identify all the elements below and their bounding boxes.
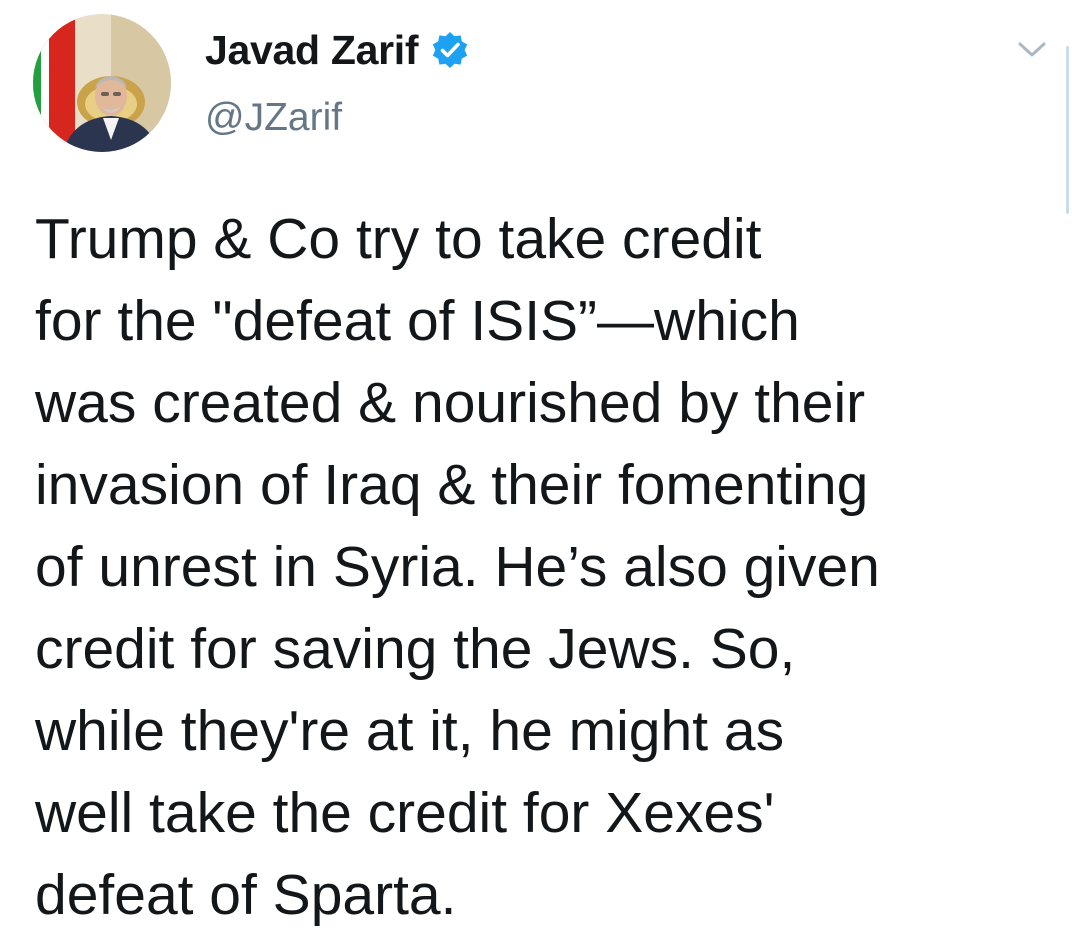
tweet-text-line: was created & nourished by their: [35, 371, 866, 435]
tweet-card: Javad Zarif @JZarif Trump & Co try to ta…: [0, 0, 1072, 941]
tweet-text-line: Trump & Co try to take credit: [35, 207, 762, 271]
author-name-row[interactable]: Javad Zarif: [205, 26, 470, 74]
tweet-text-line: well take the credit for Xexes': [35, 781, 775, 845]
tweet-text: Trump & Co try to take credit for the "d…: [35, 198, 1045, 936]
author-handle[interactable]: @JZarif: [205, 96, 342, 140]
tweet-text-line: while they're at it, he might as: [35, 699, 785, 763]
verified-badge-icon: [430, 30, 470, 70]
tweet-text-line: credit for saving the Jews. So,: [35, 617, 796, 681]
chevron-down-icon[interactable]: [1016, 38, 1048, 62]
scrollbar[interactable]: [1066, 46, 1069, 214]
tweet-text-line: invasion of Iraq & their fomenting: [35, 453, 869, 517]
tweet-text-line: of unrest in Syria. He’s also given: [35, 535, 880, 599]
avatar-photo-icon: [33, 14, 171, 152]
tweet-text-line: defeat of Sparta.: [35, 863, 457, 927]
author-avatar[interactable]: [33, 14, 171, 152]
tweet-text-line: for the "defeat of ISIS”—which: [35, 289, 800, 353]
author-display-name[interactable]: Javad Zarif: [205, 27, 419, 74]
